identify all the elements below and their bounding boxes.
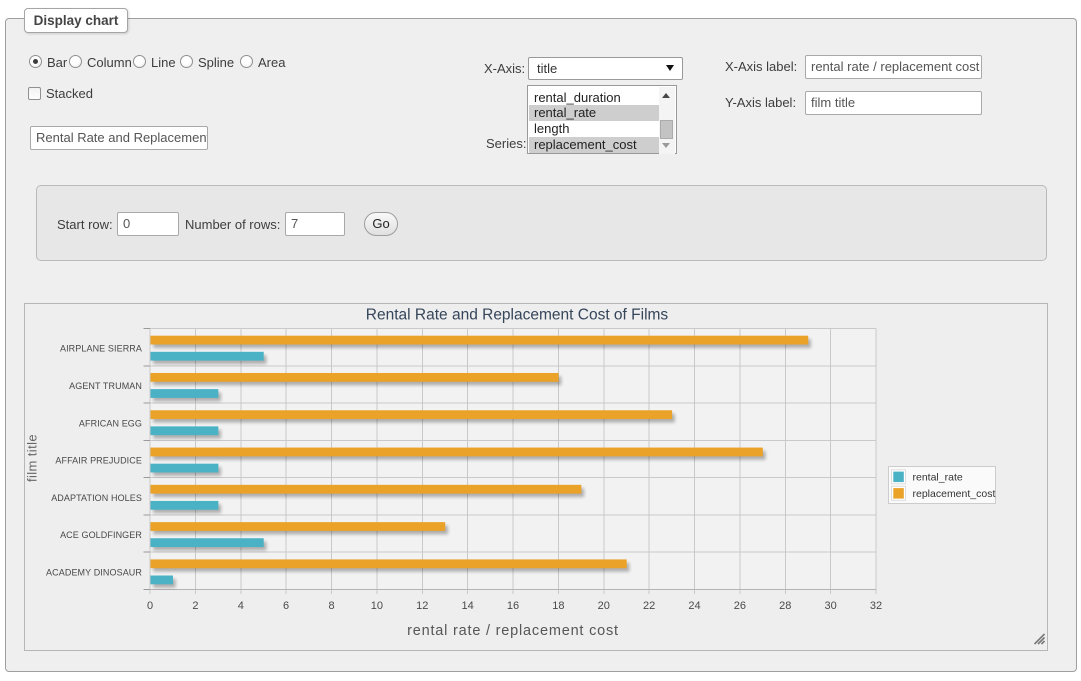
svg-text:Rental Rate and Replacement Co: Rental Rate and Replacement Cost of Film… [366,307,669,324]
svg-text:4: 4 [238,600,244,612]
svg-text:26: 26 [734,600,746,612]
svg-text:rental_rate: rental_rate [913,472,963,484]
svg-text:20: 20 [598,600,610,612]
svg-text:AFFAIR PREJUDICE: AFFAIR PREJUDICE [55,456,142,466]
svg-text:24: 24 [688,600,700,612]
svg-text:2: 2 [192,600,198,612]
svg-text:0: 0 [147,600,153,612]
svg-text:ACADEMY DINOSAUR: ACADEMY DINOSAUR [46,567,142,577]
svg-text:16: 16 [507,600,519,612]
svg-text:rental rate / replacement cost: rental rate / replacement cost [407,623,619,639]
svg-text:32: 32 [870,600,882,612]
svg-text:AFRICAN EGG: AFRICAN EGG [79,418,142,428]
svg-text:8: 8 [328,600,334,612]
svg-text:AGENT TRUMAN: AGENT TRUMAN [69,381,142,391]
svg-text:28: 28 [779,600,791,612]
svg-text:22: 22 [643,600,655,612]
svg-text:AIRPLANE SIERRA: AIRPLANE SIERRA [60,344,142,354]
svg-text:ACE GOLDFINGER: ACE GOLDFINGER [60,530,142,540]
svg-text:14: 14 [461,600,473,612]
svg-text:6: 6 [283,600,289,612]
svg-text:18: 18 [552,600,564,612]
svg-text:replacement_cost: replacement_cost [913,488,996,500]
svg-text:ADAPTATION HOLES: ADAPTATION HOLES [51,493,142,503]
svg-text:film title: film title [25,434,40,482]
svg-text:30: 30 [824,600,836,612]
svg-text:10: 10 [371,600,383,612]
svg-text:12: 12 [416,600,428,612]
